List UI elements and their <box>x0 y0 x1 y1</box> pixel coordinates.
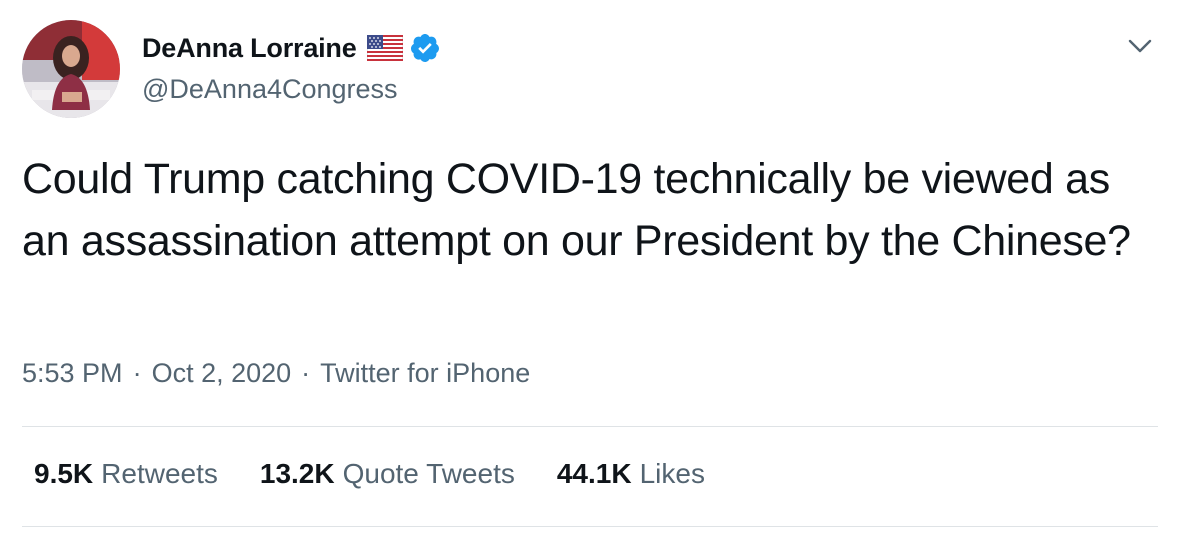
likes-count: 44.1K <box>556 458 632 489</box>
retweets-count: 9.5K <box>34 458 94 489</box>
tweet-card: DeAnna Lorraine @DeAnna4Congress Could T… <box>0 0 1184 540</box>
likes-stat[interactable]: 44.1K Likes <box>557 458 705 490</box>
avatar[interactable] <box>22 20 120 118</box>
tweet-source[interactable]: Twitter for iPhone <box>320 358 530 389</box>
us-flag-icon <box>366 34 404 62</box>
meta-separator: · <box>301 358 311 388</box>
avatar-image <box>22 20 120 118</box>
likes-label: Likes <box>639 458 705 489</box>
tweet-date[interactable]: Oct 2, 2020 <box>152 358 292 389</box>
display-name[interactable]: DeAnna Lorraine <box>142 33 357 64</box>
retweets-stat[interactable]: 9.5K Retweets <box>34 458 218 490</box>
quote-tweets-stat[interactable]: 13.2K Quote Tweets <box>260 458 515 490</box>
meta-separator: · <box>132 358 142 388</box>
quote-tweets-count: 13.2K <box>259 458 335 489</box>
tweet-metadata: 5:53 PM · Oct 2, 2020 · Twitter for iPho… <box>22 358 530 389</box>
divider <box>22 526 1158 527</box>
user-handle[interactable]: @DeAnna4Congress <box>142 74 441 105</box>
name-row: DeAnna Lorraine <box>142 28 441 68</box>
verified-badge-icon <box>409 32 441 64</box>
retweets-label: Retweets <box>101 458 218 489</box>
quote-tweets-label: Quote Tweets <box>342 458 515 489</box>
tweet-time[interactable]: 5:53 PM <box>22 358 123 389</box>
tweet-text: Could Trump catching COVID-19 technicall… <box>22 155 1131 265</box>
engagement-stats: 9.5K Retweets 13.2K Quote Tweets 44.1K Like… <box>34 458 747 490</box>
tweet-header: DeAnna Lorraine @DeAnna4Congress <box>142 28 441 105</box>
chevron-down-icon[interactable] <box>1124 30 1156 62</box>
divider <box>22 426 1158 427</box>
